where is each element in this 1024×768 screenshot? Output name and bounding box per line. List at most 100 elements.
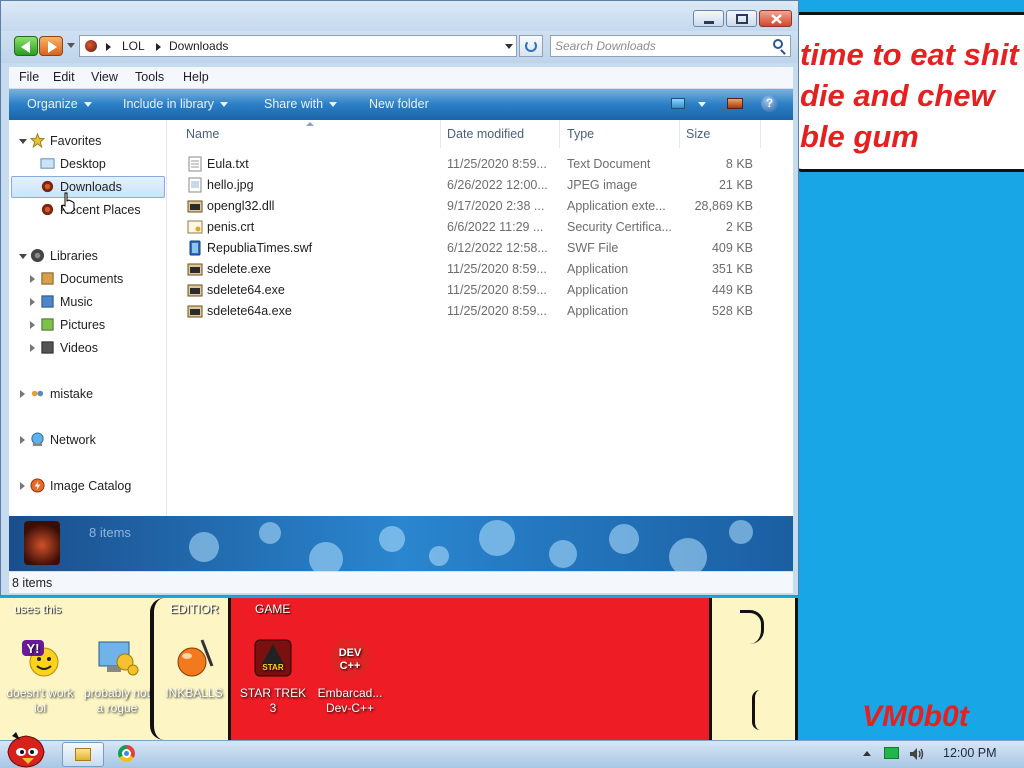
expand-open-icon[interactable] xyxy=(19,139,27,144)
forward-button[interactable] xyxy=(39,36,63,56)
file-row[interactable]: sdelete64.exe 11/25/2020 8:59... Applica… xyxy=(181,280,781,300)
column-header-date[interactable]: Date modified xyxy=(447,127,524,141)
network-icon xyxy=(31,432,44,447)
breadcrumb-lol[interactable]: LOL xyxy=(122,39,145,53)
nav-label: mistake xyxy=(50,387,94,401)
preview-pane-icon[interactable] xyxy=(727,98,743,109)
file-size: 449 KB xyxy=(711,283,753,297)
close-button[interactable] xyxy=(759,10,792,27)
desktop-shortcut-dev-cpp[interactable]: DEV C++ Embarcad... Dev-C++ xyxy=(312,636,388,716)
dev-cpp-icon: DEV C++ xyxy=(330,638,370,678)
address-dropdown-icon[interactable] xyxy=(505,44,513,49)
change-view-icon[interactable] xyxy=(671,98,685,109)
file-row[interactable]: RepubliaTimes.swf 6/12/2022 12:58... SWF… xyxy=(181,238,781,258)
file-size: 28,869 KB xyxy=(694,199,753,213)
breadcrumb-downloads[interactable]: Downloads xyxy=(169,39,228,53)
new-folder-button[interactable]: New folder xyxy=(369,97,429,111)
refresh-button[interactable] xyxy=(519,35,543,57)
file-row[interactable]: penis.crt 6/6/2022 11:29 ... Security Ce… xyxy=(181,217,781,237)
column-header-name[interactable]: Name xyxy=(186,127,219,141)
include-in-library-button[interactable]: Include in library xyxy=(123,97,229,111)
taskbar-clock[interactable]: 12:00 PM xyxy=(943,746,997,760)
nav-music[interactable]: Music xyxy=(9,291,166,313)
taskbar-chrome-button[interactable] xyxy=(118,745,135,762)
breadcrumb-arrow-icon[interactable] xyxy=(156,43,161,51)
search-input[interactable] xyxy=(555,38,765,54)
desktop-shortcut-label: INKBALLS xyxy=(165,686,223,700)
column-divider[interactable] xyxy=(760,120,761,148)
status-item-count: 8 items xyxy=(12,576,53,590)
breadcrumb-arrow-icon[interactable] xyxy=(106,43,111,51)
expand-closed-icon[interactable] xyxy=(30,344,35,352)
expand-closed-icon[interactable] xyxy=(30,321,35,329)
expand-closed-icon[interactable] xyxy=(30,275,35,283)
expand-open-icon[interactable] xyxy=(19,254,27,259)
recent-pages-dropdown[interactable] xyxy=(67,43,75,48)
nav-desktop[interactable]: Desktop xyxy=(9,153,166,175)
file-row[interactable]: Eula.txt 11/25/2020 8:59... Text Documen… xyxy=(181,154,781,174)
file-date: 11/25/2020 8:59... xyxy=(447,283,547,297)
start-button[interactable] xyxy=(4,730,48,768)
nav-pictures[interactable]: Pictures xyxy=(9,314,166,336)
expand-closed-icon[interactable] xyxy=(20,390,25,398)
file-row[interactable]: opengl32.dll 9/17/2020 2:38 ... Applicat… xyxy=(181,196,781,216)
expand-closed-icon[interactable] xyxy=(20,482,25,490)
taskbar-explorer-button[interactable] xyxy=(62,742,104,767)
file-row[interactable]: hello.jpg 6/26/2022 12:00... JPEG image … xyxy=(181,175,781,195)
desktop-shortcut-label: probably not a rogue xyxy=(83,686,151,715)
nav-downloads[interactable]: Downloads xyxy=(9,176,166,198)
downloads-folder-large-icon xyxy=(24,521,60,565)
nav-mistake[interactable]: mistake xyxy=(9,383,166,405)
menu-file[interactable]: File xyxy=(19,70,39,84)
file-date: 11/25/2020 8:59... xyxy=(447,157,547,171)
nav-documents[interactable]: Documents xyxy=(9,268,166,290)
status-bar: 8 items xyxy=(9,571,793,593)
maximize-button[interactable] xyxy=(726,10,757,27)
image-file-icon xyxy=(188,177,202,193)
network-status-icon[interactable] xyxy=(884,747,899,759)
wallpaper-bubble-text: time to eat shit die and chew ble gum xyxy=(800,37,1019,154)
nav-network[interactable]: Network xyxy=(9,429,166,451)
share-with-button[interactable]: Share with xyxy=(264,97,338,111)
desktop-shortcut-yahoo[interactable]: Y! doesn't work lol xyxy=(2,636,78,716)
nav-favorites[interactable]: Favorites xyxy=(9,130,166,152)
expand-closed-icon[interactable] xyxy=(20,436,25,444)
column-divider[interactable] xyxy=(440,120,441,148)
chevron-down-icon[interactable] xyxy=(698,102,706,107)
column-divider[interactable] xyxy=(559,120,560,148)
wallpaper-label: uses this xyxy=(14,602,62,616)
menu-help[interactable]: Help xyxy=(183,70,209,84)
desktop-shortcut-inkball[interactable]: INKBALLS xyxy=(156,636,232,701)
file-name: Eula.txt xyxy=(207,157,249,171)
nav-libraries[interactable]: Libraries xyxy=(9,245,166,267)
expand-closed-icon[interactable] xyxy=(30,298,35,306)
desktop-shortcut-monitor[interactable]: probably not a rogue xyxy=(79,636,155,716)
back-button[interactable] xyxy=(14,36,38,56)
minimize-button[interactable] xyxy=(693,10,724,27)
column-header-type[interactable]: Type xyxy=(567,127,594,141)
decorative-bokeh xyxy=(189,532,219,562)
search-icon[interactable] xyxy=(773,39,783,49)
address-bar[interactable]: LOL Downloads xyxy=(79,35,517,57)
nav-label: Videos xyxy=(60,341,98,355)
nav-videos[interactable]: Videos xyxy=(9,337,166,359)
nav-recent-places[interactable]: Recent Places xyxy=(9,199,166,221)
nav-image-catalog[interactable]: Image Catalog xyxy=(9,475,166,497)
menu-edit[interactable]: Edit xyxy=(53,70,75,84)
column-divider[interactable] xyxy=(679,120,680,148)
column-header-size[interactable]: Size xyxy=(686,127,710,141)
title-bar[interactable] xyxy=(1,1,798,31)
organize-button[interactable]: Organize xyxy=(27,97,92,111)
file-size: 528 KB xyxy=(711,304,753,318)
help-icon[interactable]: ? xyxy=(761,95,778,112)
menu-view[interactable]: View xyxy=(91,70,118,84)
show-hidden-icons-icon[interactable] xyxy=(863,751,871,756)
desktop-shortcut-star-trek[interactable]: STAR STAR TREK 3 xyxy=(235,636,311,716)
search-box[interactable] xyxy=(550,35,791,57)
downloads-folder-icon xyxy=(85,40,97,52)
decorative-bokeh xyxy=(669,538,707,571)
volume-icon[interactable] xyxy=(908,746,924,762)
file-row[interactable]: sdelete64a.exe 11/25/2020 8:59... Applic… xyxy=(181,301,781,321)
file-row[interactable]: sdelete.exe 11/25/2020 8:59... Applicati… xyxy=(181,259,781,279)
menu-tools[interactable]: Tools xyxy=(135,70,164,84)
